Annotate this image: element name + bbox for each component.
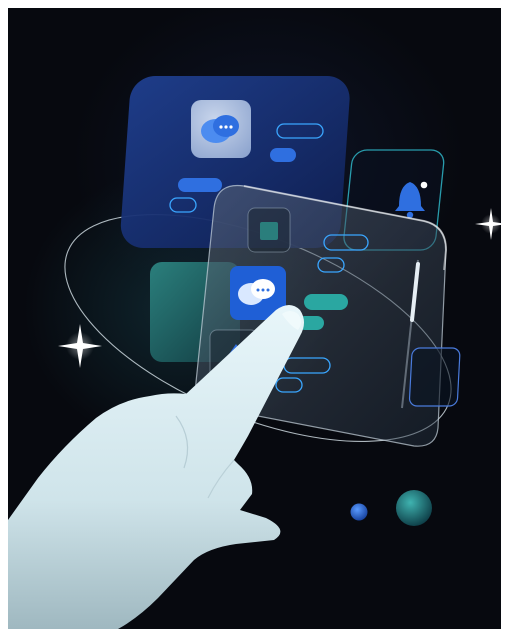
- outline-card: [408, 347, 461, 407]
- blue-orb: [350, 503, 368, 521]
- teal-orb: [396, 490, 432, 526]
- placeholder-pill: [304, 294, 348, 310]
- illustration-canvas: [8, 8, 501, 629]
- placeholder-pill: [270, 148, 296, 162]
- image-frame: [0, 0, 509, 637]
- illustration-svg: [8, 76, 501, 629]
- sparkle-icon: [58, 324, 102, 368]
- stop-square-icon: [260, 222, 278, 240]
- sparkle-icon: [475, 208, 501, 240]
- placeholder-pill: [178, 178, 222, 192]
